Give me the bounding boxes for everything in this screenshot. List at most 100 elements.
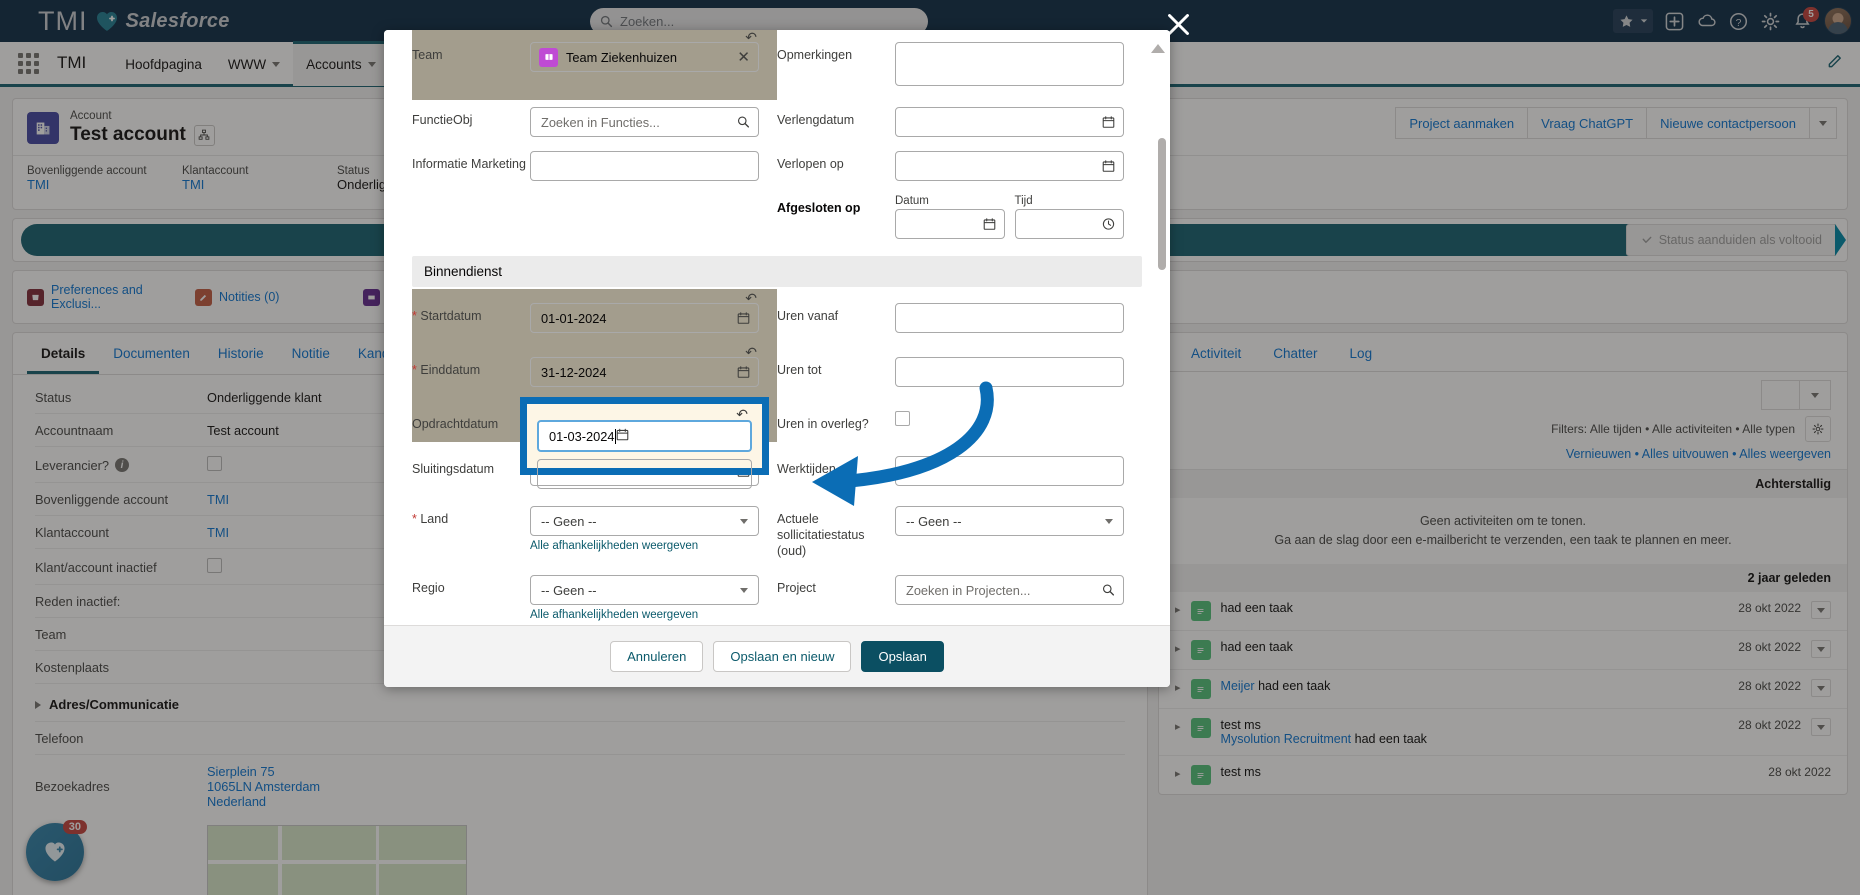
field-label: Informatie Marketing <box>412 157 526 171</box>
field-label: Team <box>412 48 443 62</box>
form-row: * Startdatum ↶ 01-01-2024 Uren vanaf <box>412 289 1142 343</box>
afgesloten-tijd-input[interactable] <box>1014 209 1124 239</box>
save-and-new-button[interactable]: Opslaan en nieuw <box>713 641 852 672</box>
field-label: Project <box>777 581 816 595</box>
required-marker: * <box>412 363 417 377</box>
form-row: Afgesloten op Datum Tijd <box>412 188 1142 246</box>
project-lookup[interactable]: Zoeken in Projecten... <box>895 575 1124 605</box>
clock-icon[interactable] <box>1102 218 1115 231</box>
field-tariefafspraken: Tariefafspraken <box>777 623 1142 625</box>
calendar-icon[interactable] <box>737 366 750 379</box>
field-label: FunctieObj <box>412 113 473 127</box>
field-startdatum: * Startdatum ↶ 01-01-2024 <box>412 289 777 343</box>
uren-in-overleg-checkbox[interactable] <box>895 411 910 426</box>
startdatum-value: 01-01-2024 <box>541 310 607 326</box>
regio-value: -- Geen -- <box>541 582 597 598</box>
field-label: Afgesloten op <box>777 201 861 215</box>
field-land: * Land -- Geen -- Alle afhankelijkheden … <box>412 496 777 561</box>
calendar-icon[interactable] <box>737 312 750 325</box>
form-row: Opdrachtdatum ↶ 01-03-2024 Uren in overl… <box>412 397 1142 489</box>
team-value: Team Ziekenhuizen <box>566 49 677 65</box>
land-select[interactable]: -- Geen -- <box>530 506 759 536</box>
field-verlengdatum: Verlengdatum <box>777 100 1142 144</box>
field-label-text: Startdatum <box>420 309 482 323</box>
uren-tot-input[interactable] <box>895 357 1124 387</box>
calendar-icon[interactable] <box>983 218 996 231</box>
cancel-button[interactable]: Annuleren <box>610 641 704 672</box>
werktijden-input[interactable] <box>895 456 1124 486</box>
undo-icon[interactable]: ↶ <box>745 30 757 46</box>
scroll-up-arrow-icon[interactable] <box>1151 44 1165 53</box>
team-icon <box>539 47 558 67</box>
calendar-icon[interactable] <box>1102 160 1115 173</box>
field-label-text: Einddatum <box>420 363 481 377</box>
chevron-down-icon <box>740 518 748 524</box>
afgesloten-op-time-group: Tijd <box>1014 195 1124 239</box>
field-label: Verlengdatum <box>777 113 855 127</box>
modal-scrollbar[interactable] <box>1151 30 1166 625</box>
calendar-icon[interactable] <box>1102 116 1115 129</box>
opdrachtdatum-focus-highlight: ↶ 01-03-2024 <box>520 397 769 489</box>
field-informatie-marketing: Informatie Marketing <box>412 144 777 188</box>
search-icon <box>737 116 750 129</box>
field-team: Team ↶ Team Ziekenhuizen ✕ <box>412 30 777 100</box>
informatie-marketing-input[interactable] <box>530 151 759 181</box>
field-functieobj: FunctieObj Zoeken in Functies... <box>412 100 777 144</box>
verlengdatum-date-input[interactable] <box>895 107 1124 137</box>
form-row: Regio -- Geen -- Alle afhankelijkheden w… <box>412 561 1142 623</box>
sollicitatiestatus-value: -- Geen -- <box>906 513 962 529</box>
chevron-down-icon <box>1105 518 1113 524</box>
field-uren-tot: Uren tot <box>777 343 1142 397</box>
modal-scroll-area: Accountmanager 2 Zoeken in Mensen... Rec… <box>384 30 1170 625</box>
placeholder-text: Zoeken in Projecten... <box>906 582 1031 598</box>
field-einddatum: * Einddatum ↶ 31-12-2024 <box>412 343 777 397</box>
scrollbar-thumb[interactable] <box>1158 138 1166 270</box>
field-label: Werktijden <box>777 462 836 476</box>
verlopen-op-date-input[interactable] <box>895 151 1124 181</box>
clear-icon[interactable]: ✕ <box>737 48 750 66</box>
afgesloten-datum-input[interactable] <box>895 209 1005 239</box>
field-spacer <box>412 188 777 246</box>
field-uren-vanaf: Uren vanaf <box>777 289 1142 343</box>
form-row: FunctieObj Zoeken in Functies... Verleng… <box>412 100 1142 144</box>
field-werktijden: Werktijden <box>777 442 1142 496</box>
afgesloten-op-date-group: Datum <box>895 195 1005 239</box>
field-cv: CV Zoeken in Personen... <box>412 623 777 625</box>
einddatum-value: 31-12-2024 <box>541 364 607 380</box>
sub-label-datum: Datum <box>895 195 929 207</box>
field-regio: Regio -- Geen -- Alle afhankelijkheden w… <box>412 561 777 623</box>
placeholder-text: Zoeken in Functies... <box>541 114 660 130</box>
sollicitatiestatus-select[interactable]: -- Geen -- <box>895 506 1124 536</box>
land-value: -- Geen -- <box>541 513 597 529</box>
field-label: Uren tot <box>777 363 822 377</box>
required-marker: * <box>412 309 417 323</box>
land-dependencies-link[interactable]: Alle afhankelijkheden weergeven <box>530 536 759 552</box>
field-project: Project Zoeken in Projecten... <box>777 561 1142 623</box>
regio-dependencies-link[interactable]: Alle afhankelijkheden weergeven <box>530 605 759 621</box>
sub-label-tijd: Tijd <box>1014 195 1033 207</box>
calendar-icon[interactable] <box>616 428 629 444</box>
form-row: CV Zoeken in Personen... Tariefafspraken <box>412 623 1142 625</box>
sluitingsdatum-date-input-partial[interactable] <box>537 459 752 489</box>
team-pill[interactable]: Team Ziekenhuizen ✕ <box>530 42 759 72</box>
regio-select[interactable]: -- Geen -- <box>530 575 759 605</box>
field-actuele-sollicitatiestatus: Actuele sollicitatiestatus (oud) -- Geen… <box>777 496 1142 561</box>
field-verlopen-op: Verlopen op <box>777 144 1142 188</box>
functieobj-lookup[interactable]: Zoeken in Functies... <box>530 107 759 137</box>
opdrachtdatum-date-input[interactable]: 01-03-2024 <box>537 420 752 452</box>
chevron-down-icon <box>740 587 748 593</box>
undo-icon[interactable]: ↶ <box>736 406 748 423</box>
startdatum-date-input[interactable]: 01-01-2024 <box>530 303 759 333</box>
field-label: Sluitingsdatum <box>412 462 494 476</box>
form-row: Informatie Marketing Verlopen op <box>412 144 1142 188</box>
field-label: Opmerkingen <box>777 48 853 62</box>
field-label: Uren in overleg? <box>777 417 869 431</box>
einddatum-date-input[interactable]: 31-12-2024 <box>530 357 759 387</box>
save-button[interactable]: Opslaan <box>861 641 944 672</box>
field-label: * Land <box>412 506 530 527</box>
uren-vanaf-input[interactable] <box>895 303 1124 333</box>
field-label-text: Land <box>420 512 449 526</box>
modal-form: Accountmanager 2 Zoeken in Mensen... Rec… <box>384 30 1170 625</box>
field-label: Opdrachtdatum <box>412 417 499 431</box>
opmerkingen-textarea[interactable] <box>895 42 1124 86</box>
